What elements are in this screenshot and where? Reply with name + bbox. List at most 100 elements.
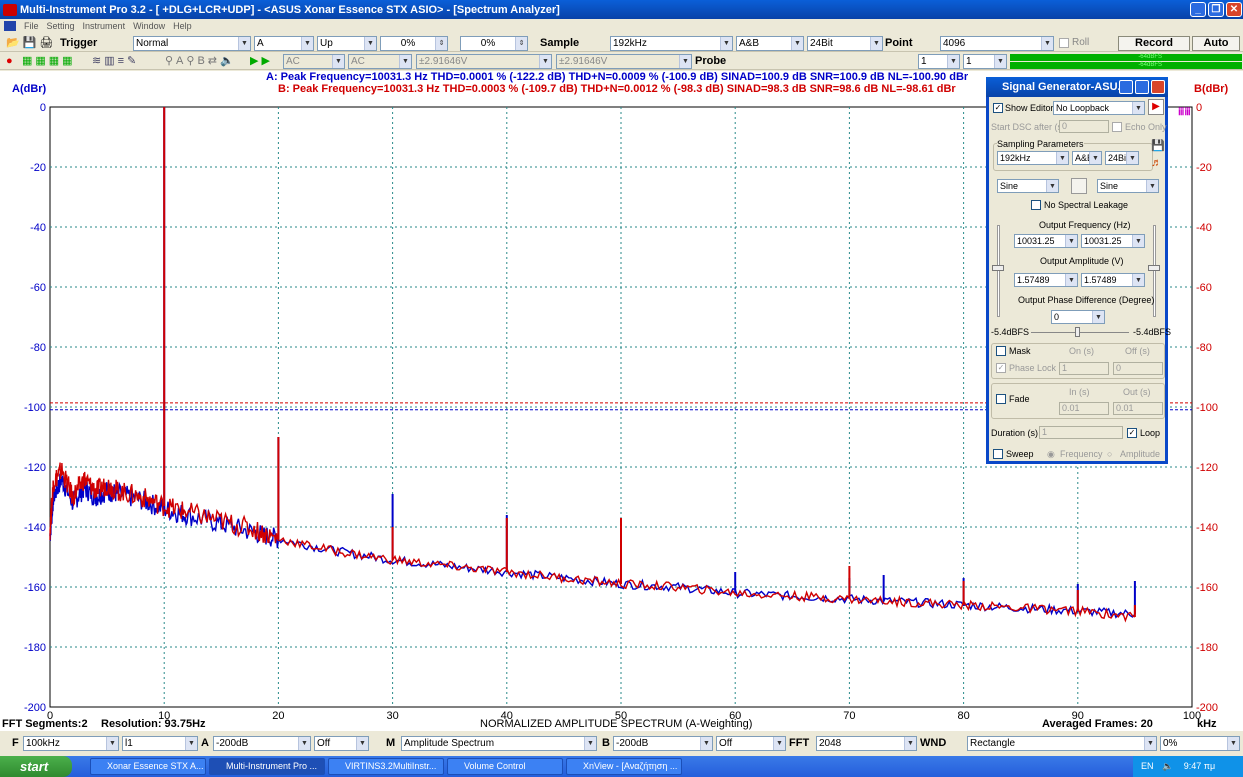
range-a-select[interactable]: ±2.91646V ▼ [416,54,552,69]
volume-icon[interactable]: 🔈 [1162,761,1173,771]
save-icon[interactable]: 💾 [1151,139,1165,152]
menu-window[interactable]: Window [133,21,165,31]
echo-only-checkbox[interactable] [1112,122,1122,132]
analysis-mode-select[interactable]: Amplitude Spectrum ▼ [401,736,597,751]
task-volume-control[interactable]: Volume Control [447,758,563,775]
task-xonar[interactable]: Xonar Essence STX A... [90,758,206,775]
overlap-select[interactable]: 0% ▼ [1160,736,1240,751]
channels-select[interactable]: A&B ▼ [736,36,804,51]
fade-out-input[interactable]: 0.01 [1113,402,1163,415]
window-label: WND [920,737,947,749]
trigger-mode-select[interactable]: Normal ▼ [133,36,251,51]
bits-select[interactable]: 24Bit ▼ [807,36,883,51]
points-select[interactable]: 4096 ▼ [940,36,1054,51]
range-b-select[interactable]: ±2.91646V ▼ [556,54,692,69]
sample-rate-select[interactable]: 192kHz ▼ [610,36,733,51]
record-dot-icon[interactable]: ● [6,54,16,69]
task-virtins[interactable]: VIRTINS3.2MultiInstr... [328,758,444,775]
y-tick-label-a: -60 [30,282,46,294]
trigger-delay-input[interactable]: 0% ⇕ [460,36,528,51]
loop-checkbox[interactable]: ✓ [1127,428,1137,438]
fade-checkbox[interactable] [996,394,1006,404]
amp-a-input[interactable]: 1.57489 ▼ [1014,273,1078,287]
fade-in-input[interactable]: 0.01 [1059,402,1109,415]
show-editor-checkbox[interactable]: ✓ [993,103,1003,113]
level-slider-a[interactable] [997,225,1000,317]
start-dsc-input[interactable]: 0 [1059,120,1109,133]
menu-instrument[interactable]: Instrument [83,21,126,31]
sg-bits-select[interactable]: 24Bit ▼ [1105,151,1139,165]
start-button[interactable]: start [0,756,72,777]
averaged-frames-text: Averaged Frames: 20 [1042,718,1153,730]
phase-input[interactable]: 0 ▼ [1051,310,1105,324]
mask-off-input[interactable]: 0 [1113,362,1163,375]
sg-minimize-button[interactable] [1119,80,1133,94]
probe-b-select[interactable]: 1 ▼ [963,54,1007,69]
coupling-a-select[interactable]: AC ▼ [283,54,345,69]
level-slider-a-thumb[interactable] [992,265,1004,271]
duration-input[interactable]: 1 [1039,426,1123,439]
file-tools-icons[interactable]: 📂💾🖨 [6,36,56,51]
minimize-button[interactable]: _ [1190,2,1206,17]
task-multi-instrument[interactable]: Multi-Instrument Pro ... [209,758,325,775]
b-mode-select[interactable]: Off ▼ [716,736,786,751]
fft-size-label: FFT [789,737,810,749]
window-function-select[interactable]: Rectangle ▼ [967,736,1157,751]
marker-tool-icons[interactable]: ⚲A⚲B⇄🔈 [165,54,237,69]
mask-checkbox[interactable] [996,346,1006,356]
wave-a-select[interactable]: Sine ▼ [997,179,1059,193]
analysis-tool-icons[interactable]: ≋▥≡✎ [92,54,139,69]
freq-a-input[interactable]: 10031.25 ▼ [1014,234,1078,248]
amp-b-input[interactable]: 1.57489 ▼ [1081,273,1145,287]
generate-play-button[interactable]: ▶ [1148,99,1164,115]
freq-b-input[interactable]: 10031.25 ▼ [1081,234,1145,248]
start-dsc-label: Start DSC after (s) [991,122,1066,132]
task-xnview[interactable]: XnView - [Αναζήτηση ... [566,758,682,775]
roll-checkbox[interactable] [1059,38,1069,48]
coupling-b-select[interactable]: AC ▼ [348,54,412,69]
wave-b-select[interactable]: Sine ▼ [1097,179,1159,193]
freq-range-select[interactable]: 100kHz ▼ [23,736,119,751]
play-icons[interactable]: ▶▶ [250,54,273,69]
sg-close-button[interactable] [1151,80,1165,94]
waveform-icon[interactable]: ♬ [1151,157,1162,169]
record-button[interactable]: Record [1118,36,1190,51]
level-slider-b-thumb[interactable] [1148,265,1160,271]
trigger-edge-select[interactable]: Up ▼ [317,36,377,51]
a-range-select[interactable]: -200dB ▼ [213,736,311,751]
balance-slider[interactable] [1031,332,1129,333]
auto-button[interactable]: Auto [1192,36,1240,51]
menu-setting[interactable]: Setting [47,21,75,31]
y-axis-b-label: B(dBr) [1194,83,1229,95]
probe-a-select[interactable]: 1 ▼ [918,54,960,69]
a-range-label: A [201,737,209,749]
sweep-checkbox[interactable] [993,449,1003,459]
menu-help[interactable]: Help [173,21,192,31]
sweep-amplitude-radio[interactable]: ○ [1107,449,1112,459]
trigger-channel-select[interactable]: A ▼ [254,36,314,51]
sg-channel-select[interactable]: A&B ▼ [1072,151,1102,165]
sg-maximize-button[interactable] [1135,80,1149,94]
y-tick-label-b: -200 [1196,702,1218,714]
resolution-text: Resolution: 93.75Hz [101,718,206,730]
mask-on-input[interactable]: 1 [1059,362,1109,375]
close-button[interactable]: ✕ [1226,2,1242,17]
phase-lock-checkbox[interactable]: ✓ [996,363,1006,373]
y-tick-label-a: -100 [24,402,46,414]
y-tick-label-a: -20 [30,162,46,174]
b-range-select[interactable]: -200dB ▼ [613,736,713,751]
loopback-select[interactable]: No Loopback ▼ [1053,101,1145,115]
x-scale-select[interactable]: l1 ▼ [122,736,198,751]
a-mode-select[interactable]: Off ▼ [314,736,369,751]
language-indicator[interactable]: EN [1141,761,1154,771]
wave-link-button[interactable] [1071,178,1087,194]
no-leakage-checkbox[interactable] [1031,200,1041,210]
trigger-level-input[interactable]: 0% ⇕ [380,36,448,51]
fft-size-select[interactable]: 2048 ▼ [816,736,917,751]
menu-file[interactable]: File [24,21,39,31]
instrument-icons[interactable]: ▦▦▦▦ [22,54,76,69]
balance-slider-thumb[interactable] [1075,327,1080,337]
maximize-button[interactable]: ❐ [1208,2,1224,17]
sweep-frequency-radio[interactable]: ◉ [1047,449,1055,460]
sg-rate-select[interactable]: 192kHz ▼ [997,151,1069,165]
